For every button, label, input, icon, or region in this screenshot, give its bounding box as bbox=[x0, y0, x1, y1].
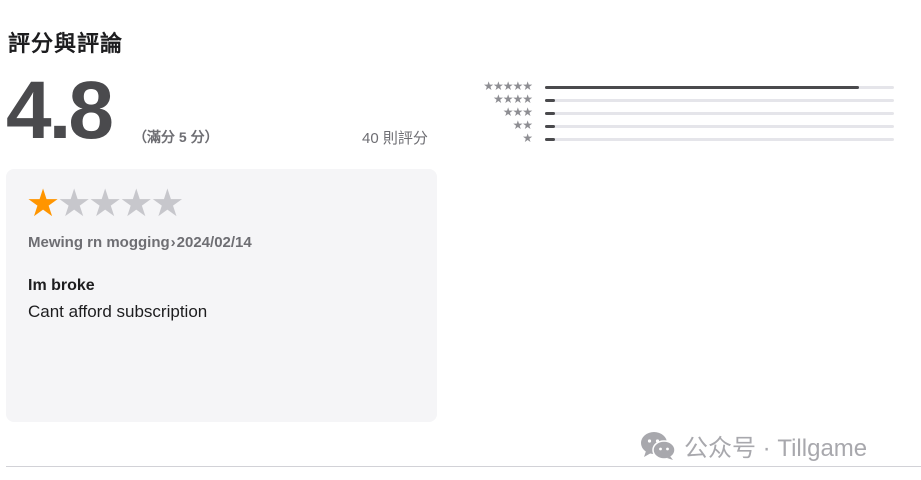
histogram-bar-1 bbox=[545, 138, 556, 141]
review-body: Cant afford subscription bbox=[28, 302, 208, 321]
histogram-track bbox=[545, 99, 894, 102]
watermark: 公众号 · Tillgame bbox=[640, 428, 867, 463]
histogram-stars-1: ★ bbox=[522, 131, 533, 145]
section-title: 評分與評論 bbox=[8, 31, 124, 56]
divider bbox=[6, 466, 921, 467]
out-of-label: （滿分 5 分） bbox=[133, 129, 219, 145]
review-title: Im broke bbox=[28, 277, 95, 294]
review-date: 2024/02/14 bbox=[176, 234, 252, 251]
rating-histogram: ★★★★★ ★★★★ ★★★ ★★ ★ bbox=[460, 80, 900, 146]
meta-separator: › bbox=[170, 234, 176, 251]
histogram-track bbox=[545, 125, 894, 128]
star-empty-icon: ★ bbox=[88, 183, 122, 225]
star-empty-icon: ★ bbox=[150, 183, 184, 225]
review-meta: Mewing rn mogging›2024/02/14 bbox=[28, 234, 252, 251]
review-card[interactable]: ★★★★★ Mewing rn mogging›2024/02/14 Im br… bbox=[6, 169, 437, 422]
histogram-bar-5 bbox=[545, 86, 860, 89]
star-empty-icon: ★ bbox=[119, 183, 153, 225]
rating-count: 40 則評分 bbox=[362, 130, 428, 147]
review-author: Mewing rn mogging bbox=[28, 234, 170, 251]
review-star-rating: ★★★★★ bbox=[26, 183, 184, 225]
histogram-bar-2 bbox=[545, 125, 556, 128]
ratings-reviews-page: 評分與評論 4.8 （滿分 5 分） 40 則評分 ★★★★★ ★★★★ ★★★… bbox=[0, 0, 921, 480]
histogram-track bbox=[545, 86, 894, 89]
wechat-icon bbox=[641, 431, 676, 460]
histogram-bar-3 bbox=[545, 112, 556, 115]
average-score: 4.8 bbox=[6, 65, 114, 156]
star-empty-icon: ★ bbox=[57, 183, 91, 225]
histogram-track bbox=[545, 112, 894, 115]
histogram-row-1: ★ bbox=[460, 132, 900, 145]
star-filled-icon: ★ bbox=[26, 183, 60, 225]
histogram-bar-4 bbox=[545, 99, 556, 102]
watermark-text: 公众号 · Tillgame bbox=[684, 435, 868, 462]
histogram-track bbox=[545, 138, 894, 141]
